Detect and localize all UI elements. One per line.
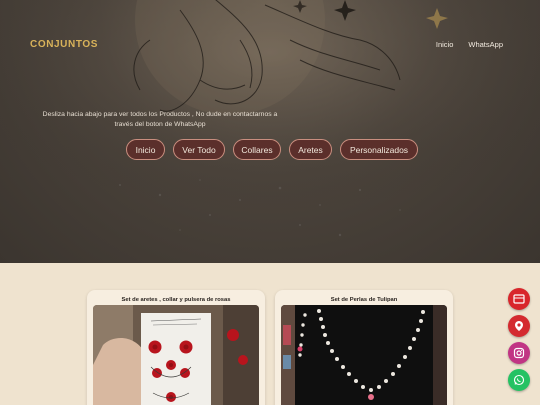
category-button-collares[interactable]: Collares [233, 139, 281, 160]
hero-description: Desliza hacia abajo para ver todos los P… [42, 111, 278, 128]
category-button-personalizados[interactable]: Personalizados [340, 139, 418, 160]
nav-link-inicio[interactable]: Inicio [436, 40, 454, 49]
location-button[interactable] [508, 315, 530, 337]
category-button-aretes[interactable]: Aretes [289, 139, 332, 160]
brand-logo[interactable]: CONJUNTOS [30, 39, 98, 50]
category-buttons: Inicio Ver Todo Collares Aretes Personal… [126, 139, 418, 160]
top-nav: Inicio WhatsApp [436, 40, 503, 49]
category-button-ver-todo[interactable]: Ver Todo [173, 139, 225, 160]
product-card[interactable]: Set de Perlas de Tulipan [275, 290, 453, 405]
location-pin-icon [515, 321, 523, 331]
product-title: Set de aretes , collar y pulsera de rosa… [121, 297, 231, 303]
product-image-pearl-set[interactable] [281, 305, 447, 405]
instagram-button[interactable] [508, 342, 530, 364]
whatsapp-button[interactable] [508, 369, 530, 391]
whatsapp-icon [513, 374, 525, 386]
catalog-button[interactable] [508, 288, 530, 310]
category-button-inicio[interactable]: Inicio [126, 139, 165, 160]
nav-link-whatsapp[interactable]: WhatsApp [468, 40, 503, 49]
product-image-roses-set[interactable] [93, 305, 259, 405]
product-card[interactable]: Set de aretes , collar y pulsera de rosa… [87, 290, 265, 405]
product-title: Set de Perlas de Tulipan [330, 297, 398, 303]
catalog-icon [513, 294, 525, 304]
instagram-icon [513, 347, 525, 359]
hero-section: CONJUNTOS Inicio WhatsApp Desliza hacia … [0, 0, 540, 263]
